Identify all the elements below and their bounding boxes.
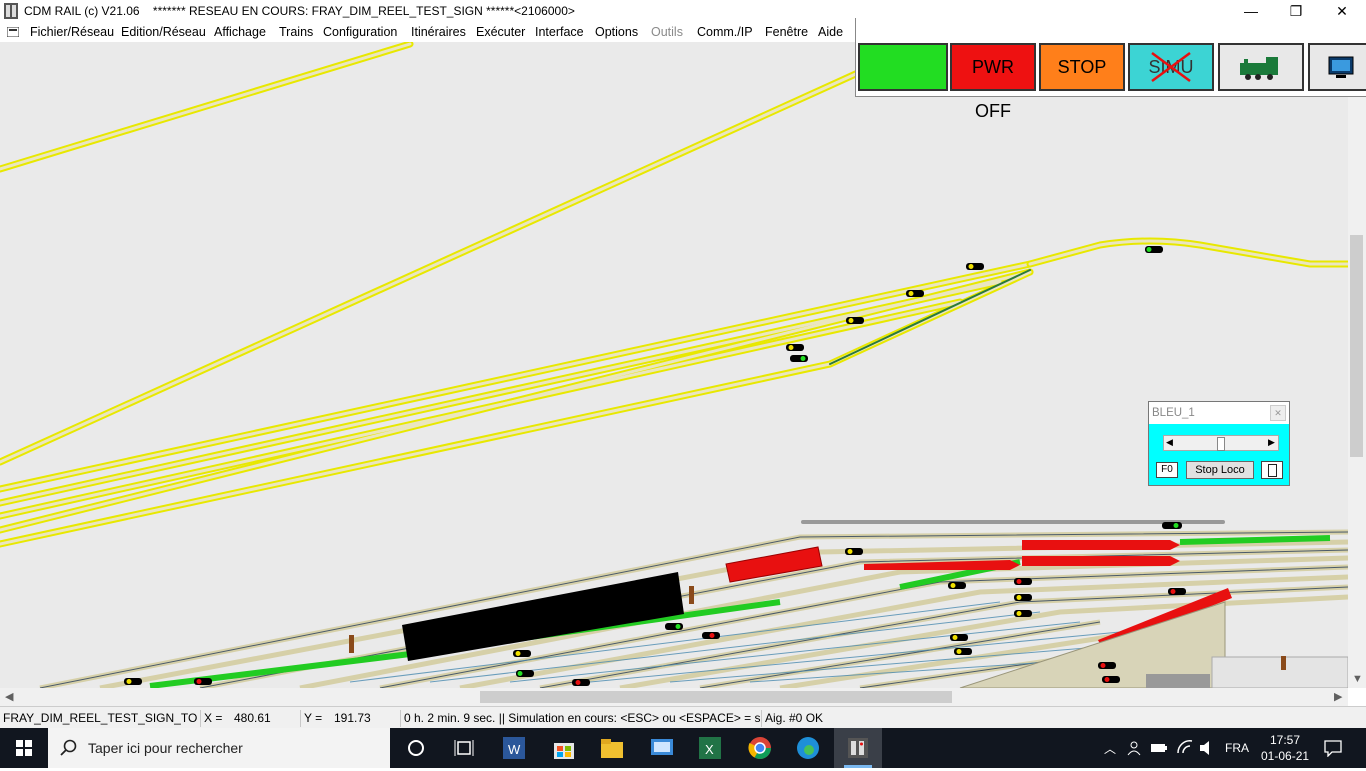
explorer-icon[interactable] [598, 734, 626, 762]
scroll-right-icon[interactable]: ▶ [1334, 690, 1342, 703]
track-layout-drawing [0, 42, 1348, 688]
status-switch: Aig. #0 OK [761, 710, 965, 727]
menu-comm-ip[interactable]: Comm./IP [697, 25, 753, 39]
search-box[interactable]: Taper ici pour rechercher [48, 728, 390, 768]
volume-icon[interactable] [1198, 740, 1216, 756]
horizontal-scrollbar[interactable]: ◀ ▶ [0, 688, 1348, 706]
loco-name: BLEU_1 [1152, 407, 1195, 419]
taskbar: Taper ici pour rechercher W X ︿ FRA 17:5… [0, 728, 1366, 768]
menu-itineraires[interactable]: Itinéraires [411, 25, 466, 39]
system-menu-icon[interactable] [7, 27, 19, 37]
vertical-scrollbar[interactable]: ▼ [1348, 42, 1366, 688]
pwr-off-button[interactable]: PWR OFF [950, 43, 1036, 121]
status-simulation: 0 h. 2 min. 9 sec. || Simulation en cour… [400, 710, 760, 727]
status-y-value: 191.73 [334, 711, 371, 725]
chrome-icon[interactable] [746, 734, 774, 762]
close-icon[interactable]: ✕ [1270, 405, 1286, 421]
monitor-icon [1328, 56, 1354, 78]
slider-right-icon[interactable]: ▶ [1268, 437, 1275, 448]
f0-button[interactable]: F0 [1156, 462, 1178, 478]
menu-affichage[interactable]: Affichage [214, 25, 266, 39]
menu-options[interactable]: Options [595, 25, 638, 39]
window-title: CDM RAIL (c) V21.06 ******* RESEAU EN CO… [24, 4, 575, 18]
cdm-rail-icon[interactable] [844, 734, 872, 762]
status-bar: FRAY_DIM_REEL_TEST_SIGN_TOP X = 480.61 Y… [0, 706, 1366, 729]
menu-fenetre[interactable]: Fenêtre [765, 25, 808, 39]
power-on-button[interactable] [858, 43, 948, 91]
locomotive-icon [1240, 57, 1278, 80]
task-view-icon[interactable] [450, 734, 478, 762]
people-icon[interactable] [1126, 740, 1142, 756]
menu-fichier-reseau[interactable]: Fichier/Réseau [30, 25, 114, 39]
notification-icon[interactable] [1324, 739, 1342, 757]
windows-logo-icon [16, 740, 32, 756]
slider-left-icon[interactable]: ◀ [1166, 437, 1173, 448]
menu-configuration[interactable]: Configuration [323, 25, 397, 39]
simu-button[interactable]: SIMU [1128, 43, 1214, 91]
control-toolbar: PWR OFF STOP SIMU [855, 18, 1366, 121]
vertical-scroll-thumb[interactable] [1350, 235, 1363, 457]
scroll-left-icon[interactable]: ◀ [5, 690, 13, 703]
status-x-label: X = [200, 710, 228, 727]
menu-executer[interactable]: Exécuter [476, 25, 525, 39]
direction-button[interactable] [1261, 461, 1283, 479]
speed-slider[interactable]: ◀ ▶ [1163, 435, 1279, 451]
remote-desktop-icon[interactable] [648, 734, 676, 762]
train-block [402, 572, 684, 661]
start-button[interactable] [0, 728, 48, 768]
menu-trains[interactable]: Trains [279, 25, 313, 39]
status-x-value: 480.61 [234, 711, 271, 725]
search-placeholder: Taper ici pour rechercher [88, 740, 243, 756]
cross-icon [1151, 51, 1191, 83]
stop-loco-button[interactable]: Stop Loco [1186, 461, 1254, 479]
menu-interface[interactable]: Interface [535, 25, 584, 39]
train-button[interactable] [1218, 43, 1304, 91]
scroll-down-icon[interactable]: ▼ [1352, 673, 1363, 685]
horizontal-scroll-thumb[interactable] [480, 691, 952, 703]
excel-icon[interactable]: X [696, 734, 724, 762]
loco-control-panel: BLEU_1 ✕ ◀ ▶ F0 Stop Loco [1148, 401, 1290, 486]
tray-chevron-icon[interactable]: ︿ [1104, 740, 1116, 757]
speed-slider-thumb[interactable] [1217, 437, 1225, 451]
status-network: FRAY_DIM_REEL_TEST_SIGN_TOP [3, 711, 198, 725]
direction-icon [1268, 464, 1277, 477]
battery-icon[interactable] [1150, 741, 1168, 755]
clock-time[interactable]: 17:57 [1270, 733, 1300, 747]
svg-text:X: X [705, 742, 714, 757]
store-icon[interactable] [550, 734, 578, 762]
search-icon [60, 739, 77, 756]
wifi-icon[interactable] [1176, 739, 1194, 757]
cortana-icon[interactable] [402, 734, 430, 762]
language-indicator[interactable]: FRA [1225, 741, 1249, 755]
menu-outils[interactable]: Outils [651, 25, 683, 39]
track-layout-canvas[interactable] [0, 42, 1348, 688]
svg-text:W: W [508, 742, 521, 757]
status-y-label: Y = [300, 710, 328, 727]
clock-date[interactable]: 01-06-21 [1261, 749, 1309, 763]
menu-edition-reseau[interactable]: Edition/Réseau [121, 25, 206, 39]
loco-panel-titlebar[interactable]: BLEU_1 ✕ [1149, 402, 1289, 424]
stop-button[interactable]: STOP [1039, 43, 1125, 91]
app-icon [4, 3, 18, 19]
monitor-button[interactable] [1308, 43, 1366, 91]
edge-icon[interactable] [794, 734, 822, 762]
menu-aide[interactable]: Aide [818, 25, 843, 39]
word-icon[interactable]: W [500, 734, 528, 762]
